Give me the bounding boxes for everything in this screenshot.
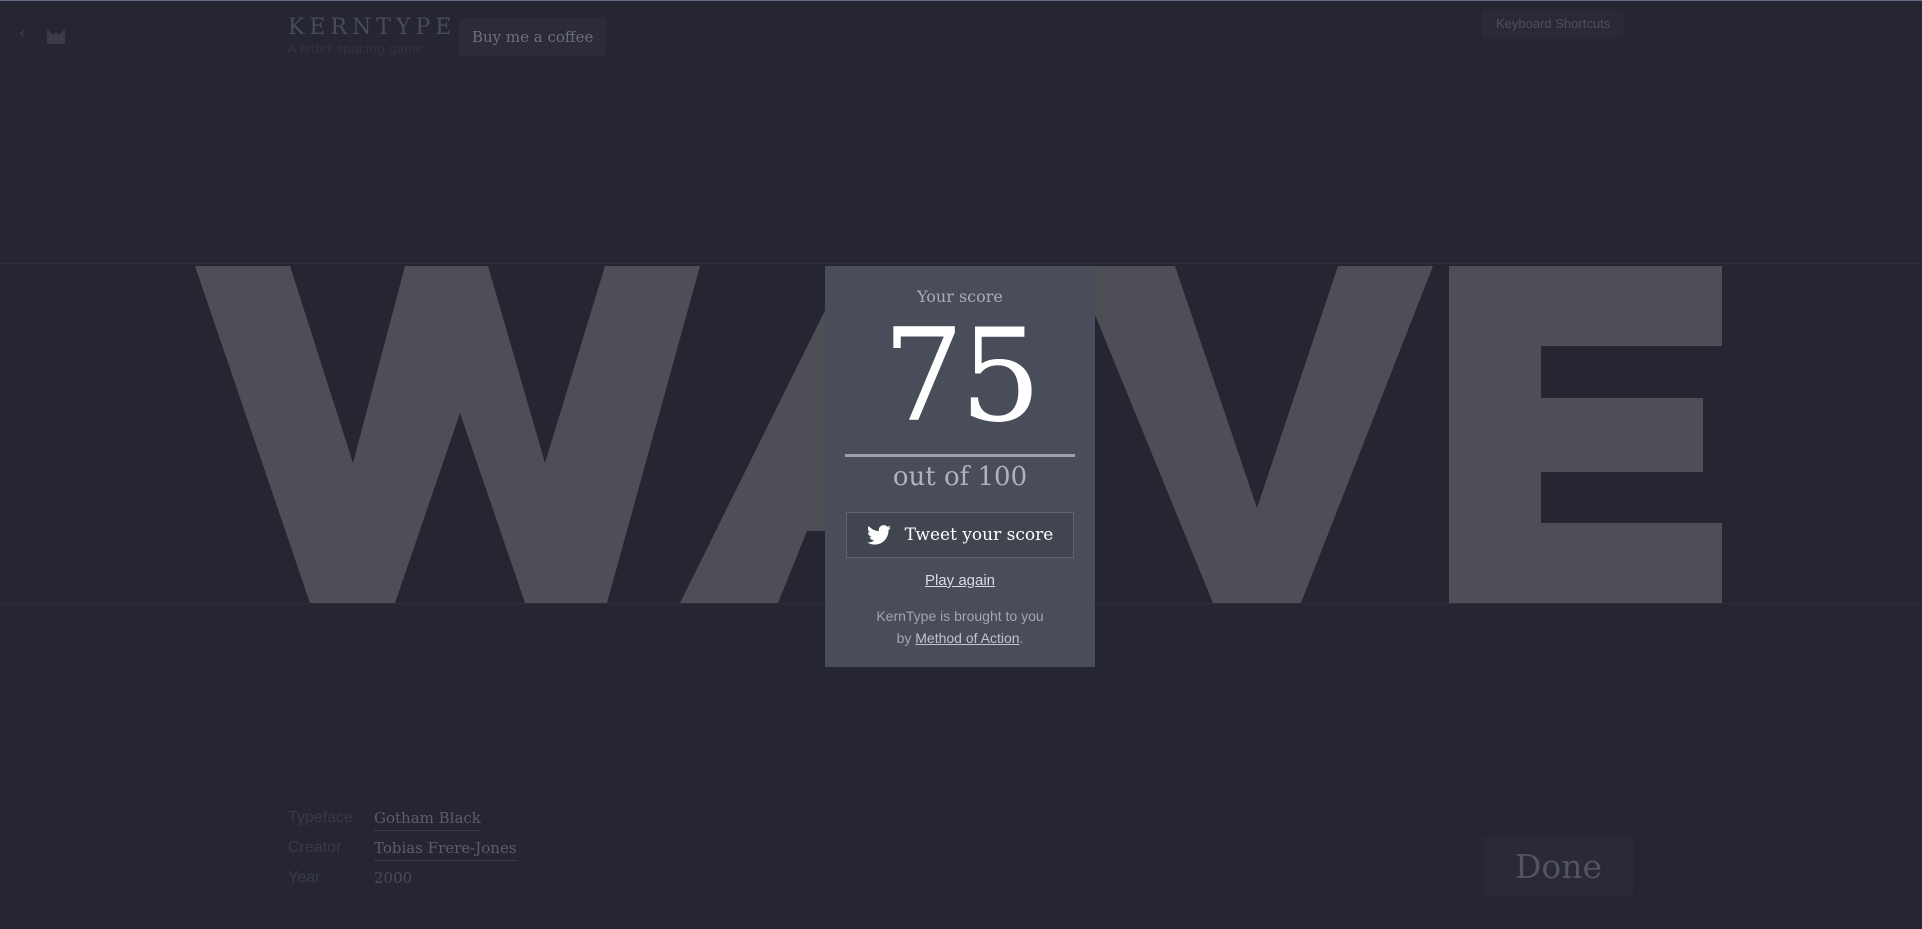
creator-link[interactable]: Tobias Frere-Jones — [374, 839, 517, 861]
typeface-link[interactable]: Gotham Black — [374, 809, 481, 831]
credit-line-1: KernType is brought to you — [876, 608, 1044, 624]
score-divider — [845, 454, 1075, 457]
creator-label: Creator — [288, 839, 342, 856]
score-modal: Your score 75 out of 100 Tweet your scor… — [825, 266, 1095, 667]
chevron-left-icon[interactable]: ‹ — [19, 25, 33, 43]
year-label: Year — [288, 869, 321, 886]
kerntype-page: ‹ KERNTYPE A letter spacing game Buy me … — [0, 0, 1922, 929]
tweet-score-button[interactable]: Tweet your score — [846, 512, 1074, 558]
brand[interactable]: KERNTYPE A letter spacing game — [288, 16, 456, 58]
typeface-label: Typeface — [288, 809, 353, 826]
brand-title: KERNTYPE — [288, 15, 457, 40]
method-of-action-link[interactable]: Method of Action — [915, 630, 1019, 646]
brand-subtitle: A letter spacing game — [288, 41, 424, 56]
score-out-of: out of 100 — [892, 462, 1028, 492]
tweet-score-label: Tweet your score — [904, 525, 1054, 545]
letter-e[interactable] — [1449, 266, 1722, 603]
credit-end: . — [1019, 630, 1024, 646]
letter-v[interactable] — [1075, 266, 1433, 603]
done-button[interactable]: Done — [1484, 837, 1633, 897]
play-again-link[interactable]: Play again — [925, 572, 995, 589]
method-of-action-logo-icon[interactable] — [47, 29, 65, 44]
year-value: 2000 — [374, 869, 413, 887]
credit-line-2: by Method of Action. — [825, 627, 1095, 649]
letter-w[interactable] — [195, 266, 700, 603]
score-value: 75 — [882, 302, 1042, 451]
keyboard-shortcuts-button[interactable]: Keyboard Shortcuts — [1482, 10, 1625, 38]
buy-coffee-button[interactable]: Buy me a coffee — [459, 18, 607, 56]
credit-by: by — [896, 630, 916, 646]
credit-text: KernType is brought to you by Method of … — [825, 605, 1095, 649]
twitter-bird-icon — [866, 525, 891, 545]
